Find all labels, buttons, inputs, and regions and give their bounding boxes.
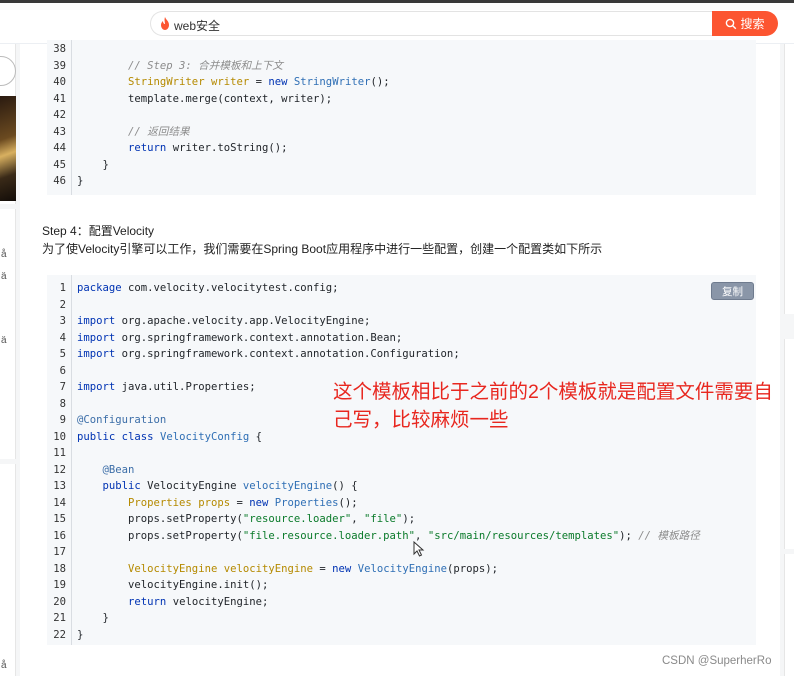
code-line: 14 Properties props = new Properties();: [53, 496, 358, 509]
right-sidebar: [780, 44, 794, 676]
mouse-cursor-icon: [413, 541, 425, 557]
handwritten-annotation: 这个模板相比于之前的2个模板就是配置文件需要自己写，比较麻烦一些: [333, 381, 773, 431]
code-line: 18 VelocityEngine velocityEngine = new V…: [53, 562, 499, 575]
search-button-label: 搜索: [740, 17, 765, 31]
sidebar-char: å: [1, 660, 7, 671]
code-line: 46}: [53, 175, 84, 187]
search-button[interactable]: 搜索: [712, 11, 778, 36]
sidebar-char: ä: [1, 271, 7, 282]
code-line: 6: [59, 364, 66, 377]
code-line: 17: [53, 546, 66, 558]
code-line: 4 import org.springframework.context.anno…: [59, 331, 403, 344]
code-line: 39 // Step 3: 合并模板和上下文: [53, 59, 283, 72]
author-card: [0, 44, 16, 204]
hot-fire-icon: [161, 17, 169, 30]
code-block-previous: 38 39 // Step 3: 合并模板和上下文 40 StringWrite…: [47, 40, 756, 195]
code-block-velocity-config: 复制 1 package com.velocity.velocitytest.co…: [47, 275, 756, 645]
sidebar-card: å ä ä: [0, 209, 16, 459]
code-line: 22}: [53, 628, 84, 641]
code-line: 41 template.merge(context, writer);: [53, 92, 333, 105]
code-line: 38: [53, 43, 66, 55]
step-heading: Step 4：配置Velocity: [42, 224, 155, 238]
search-icon: [726, 18, 737, 29]
code-line: 16 props.setProperty("file.resource.load…: [53, 529, 700, 542]
csdn-watermark: CSDN @SuperherRo: [662, 655, 772, 667]
browser-chrome-strip: [0, 0, 794, 3]
right-card: [784, 339, 794, 549]
code-line: 45 }: [53, 158, 109, 171]
code-line: 2: [59, 298, 66, 311]
step-description: 为了使Velocity引擎可以工作，我们需要在Spring Boot应用程序中进…: [42, 242, 603, 256]
code-line: 42: [53, 109, 66, 121]
code-line: 44 return writer.toString();: [53, 142, 288, 154]
sidebar-card: å: [0, 464, 16, 676]
code-line: 11: [53, 447, 66, 459]
code-line: 12 @Bean: [53, 463, 135, 476]
code-line: 19 velocityEngine.init();: [53, 579, 269, 591]
code-line: 13 public VelocityEngine velocityEngine(…: [53, 480, 358, 492]
sidebar-char: å: [1, 249, 7, 260]
code-line: 1 package com.velocity.velocitytest.confi…: [59, 282, 339, 294]
code-line: 21 }: [53, 612, 109, 624]
avatar[interactable]: [0, 56, 16, 86]
code-line: 3 import org.apache.velocity.app.Velocity…: [59, 315, 371, 327]
code-line: 5 import org.springframework.context.anno…: [59, 348, 460, 360]
search-query: web安全: [174, 19, 221, 33]
right-card: [784, 44, 794, 314]
code-line: 40 StringWriter writer = new StringWrite…: [53, 76, 390, 88]
code-line: 20 return velocityEngine;: [53, 595, 269, 608]
code-line: 43 // 返回结果: [53, 125, 190, 138]
search-input[interactable]: web安全: [150, 11, 712, 36]
right-card: [784, 554, 794, 676]
left-sidebar: å ä ä å: [0, 44, 20, 676]
top-bar: web安全 搜索: [0, 0, 794, 44]
sidebar-char: ä: [1, 335, 7, 346]
code-line: 15 props.setProperty("resource.loader", …: [53, 513, 416, 525]
author-banner-image[interactable]: [0, 96, 16, 201]
